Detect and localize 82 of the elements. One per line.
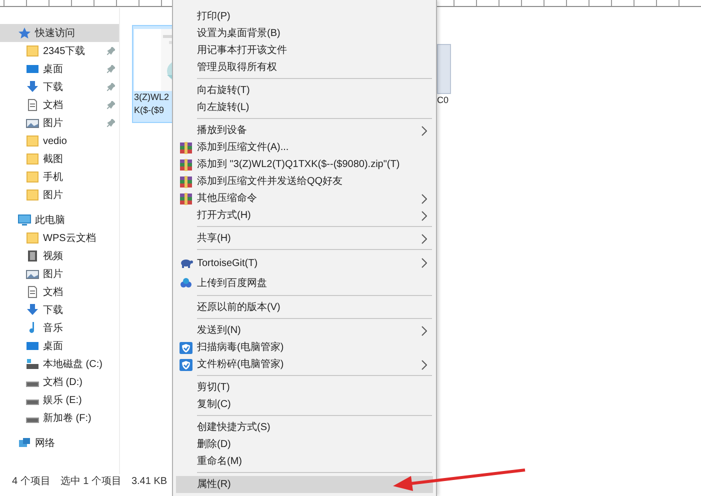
sidebar-item[interactable]: 图片: [0, 114, 119, 132]
sidebar-item[interactable]: 截图: [0, 150, 119, 168]
shield-icon: [179, 342, 193, 354]
menu-item[interactable]: 打印(P): [176, 8, 433, 25]
sidebar-item[interactable]: 快速访问: [0, 24, 119, 42]
menu-item[interactable]: 重命名(M): [176, 453, 433, 470]
file-name: C0: [437, 94, 449, 107]
menu-item[interactable]: 其他压缩命令: [176, 190, 433, 207]
menu-item[interactable]: 播放到设备: [176, 122, 433, 139]
document-icon: [26, 99, 39, 111]
document-icon: [26, 286, 39, 298]
file-name: K($-($9: [134, 104, 164, 117]
network-icon: [18, 437, 31, 449]
archive-icon: [179, 192, 193, 204]
menu-item[interactable]: 文件粉碎(电脑管家): [176, 356, 433, 373]
file-name: 3(Z)WL2: [134, 91, 170, 104]
download-icon: [26, 304, 39, 316]
menu-item[interactable]: 剪切(T): [176, 379, 433, 396]
menu-item[interactable]: 用记事本打开该文件: [176, 42, 433, 59]
sidebar-item[interactable]: 文档 (D:): [0, 373, 119, 391]
folder-icon: [26, 45, 39, 57]
cloud-icon: [179, 277, 193, 289]
download-icon: [26, 81, 39, 93]
item-count: 4 个项目: [12, 474, 50, 488]
sidebar-item[interactable]: 本地磁盘 (C:): [0, 355, 119, 373]
sidebar-item[interactable]: 桌面: [0, 337, 119, 355]
menu-item[interactable]: 上传到百度网盘: [176, 273, 433, 293]
menu-item[interactable]: 打开方式(H): [176, 207, 433, 224]
sidebar-item[interactable]: 文档: [0, 96, 119, 114]
menu-item[interactable]: 向右旋转(T): [176, 82, 433, 99]
menu-item[interactable]: 向左旋转(L): [176, 99, 433, 116]
menu-item[interactable]: 管理员取得所有权: [176, 59, 433, 76]
desktop-icon: [26, 63, 39, 75]
file-size: 3.41 KB: [131, 474, 168, 488]
folder-icon: [26, 232, 39, 244]
sidebar-item[interactable]: 图片: [0, 186, 119, 204]
menu-item[interactable]: 扫描病毒(电脑管家): [176, 339, 433, 356]
menu-item[interactable]: 共享(H): [176, 230, 433, 247]
sidebar-item[interactable]: 下载: [0, 78, 119, 96]
menu-item[interactable]: 复制(C): [176, 396, 433, 413]
menu-item[interactable]: 设置为桌面背景(B): [176, 25, 433, 42]
menu-item[interactable]: 删除(D): [176, 436, 433, 453]
selection-count: 选中 1 个项目: [60, 474, 122, 488]
archive-icon: [179, 142, 193, 154]
monitor-icon: [18, 214, 31, 226]
turtle-icon: [179, 257, 193, 269]
folder-icon: [26, 153, 39, 165]
shield-icon: [179, 358, 193, 370]
pictures-icon: [26, 117, 39, 129]
archive-icon: [179, 158, 193, 170]
sidebar-item[interactable]: WPS云文档: [0, 229, 119, 247]
sidebar-item[interactable]: 手机: [0, 168, 119, 186]
menu-item[interactable]: 添加到 "3(Z)WL2(T)Q1TXK($--($9080).zip"(T): [176, 156, 433, 173]
menu-item[interactable]: 添加到压缩文件(A)...: [176, 139, 433, 156]
desktop-icon: [26, 340, 39, 352]
sidebar-item[interactable]: 网络: [0, 434, 119, 452]
menu-item[interactable]: TortoiseGit(T): [176, 253, 433, 273]
sidebar-item[interactable]: 此电脑: [0, 211, 119, 229]
sidebar-item[interactable]: 桌面: [0, 60, 119, 78]
sidebar-item[interactable]: vedio: [0, 132, 119, 150]
sidebar-item[interactable]: 文档: [0, 283, 119, 301]
sidebar-item[interactable]: 音乐: [0, 319, 119, 337]
pictures-icon: [26, 268, 39, 280]
archive-icon: [179, 176, 193, 188]
sidebar-item[interactable]: 视频: [0, 247, 119, 265]
star-icon: [18, 27, 31, 39]
menu-item[interactable]: 创建快捷方式(S): [176, 419, 433, 436]
menu-item[interactable]: 添加到压缩文件并发送给QQ好友: [176, 173, 433, 190]
sidebar-item[interactable]: 下载: [0, 301, 119, 319]
file-tile[interactable]: C0: [435, 25, 455, 123]
folder-icon: [26, 135, 39, 147]
sidebar-item[interactable]: 2345下载: [0, 42, 119, 60]
menu-item[interactable]: 还原以前的版本(V): [176, 299, 433, 316]
folder-icon: [26, 189, 39, 201]
film-icon: [26, 250, 39, 262]
drive-icon: [26, 358, 39, 370]
menu-item[interactable]: 发送到(N): [176, 322, 433, 339]
sidebar-item[interactable]: 新加卷 (F:): [0, 409, 119, 427]
folder-icon: [26, 171, 39, 183]
sidebar-item[interactable]: 图片: [0, 265, 119, 283]
sidebar-item[interactable]: 娱乐 (E:): [0, 391, 119, 409]
menu-item[interactable]: 属性(R): [176, 476, 433, 493]
